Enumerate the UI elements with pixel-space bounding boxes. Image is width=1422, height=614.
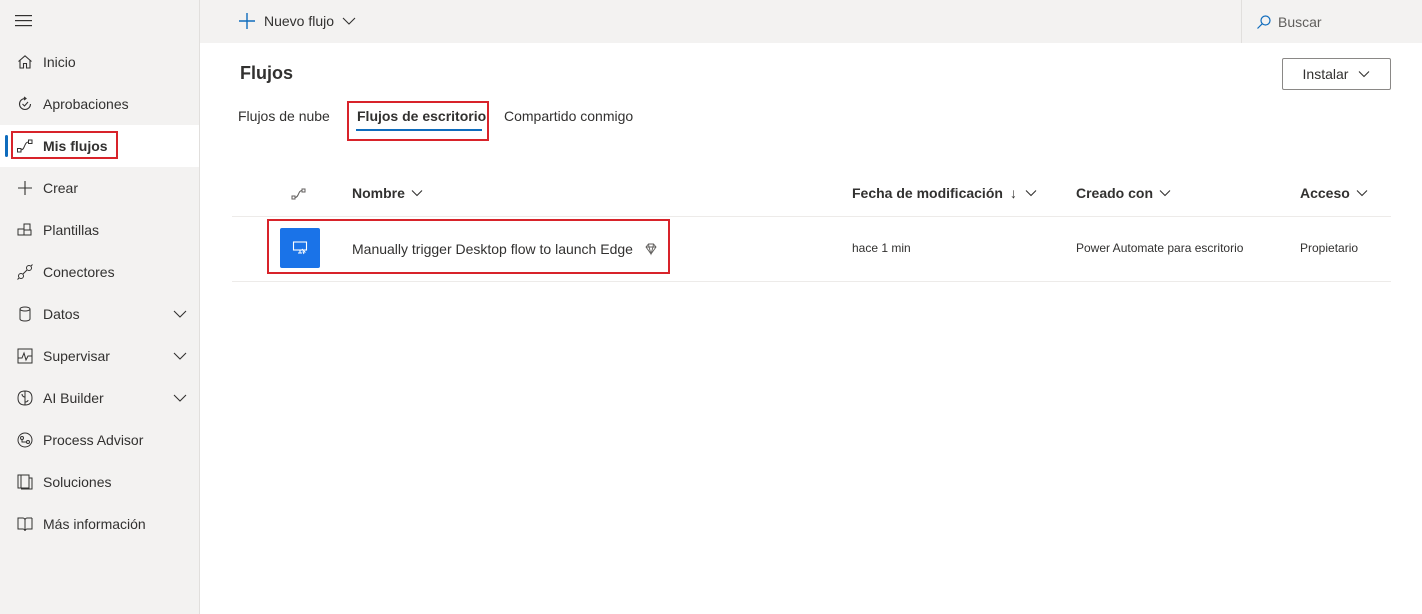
nav-item-soluciones[interactable]: Soluciones [0, 461, 199, 503]
new-flow-label: Nuevo flujo [264, 13, 335, 29]
data-icon [16, 305, 34, 323]
install-button[interactable]: Instalar [1282, 58, 1391, 90]
plus-icon [239, 13, 255, 29]
nav-item-ai-builder[interactable]: AI Builder [0, 377, 199, 419]
chevron-down-icon [1359, 71, 1370, 78]
chevron-down-icon[interactable] [173, 307, 187, 321]
process-advisor-icon [16, 431, 34, 449]
nav-item-label: Supervisar [43, 348, 110, 364]
nav-item-conectores[interactable]: Conectores [0, 251, 199, 293]
hamburger-menu-icon[interactable] [14, 12, 34, 30]
nav-item-label: Aprobaciones [43, 96, 129, 112]
flow-type-column-icon [291, 188, 306, 200]
column-header-label: Nombre [352, 185, 405, 201]
book-icon [16, 515, 34, 533]
chevron-down-icon [342, 17, 356, 25]
column-header-creado-con[interactable]: Creado con [1076, 185, 1171, 201]
column-header-nombre[interactable]: Nombre [352, 185, 423, 201]
chevron-down-icon [1356, 190, 1368, 197]
new-flow-button[interactable]: Nuevo flujo [238, 10, 356, 32]
header-divider [232, 216, 1391, 217]
search-placeholder: Buscar [1278, 13, 1322, 30]
column-header-label: Fecha de modificación [852, 185, 1003, 201]
sort-descending-icon: ↓ [1009, 185, 1017, 201]
nav-list: Inicio Aprobaciones Mis flujos Crear Pla… [0, 41, 199, 545]
search-icon [1257, 14, 1271, 29]
chevron-down-icon [411, 190, 423, 197]
nav-item-label: Soluciones [43, 474, 112, 490]
nav-item-supervisar[interactable]: Supervisar [0, 335, 199, 377]
command-bar: Nuevo flujo Buscar [200, 0, 1422, 43]
row-divider [232, 281, 1391, 282]
column-header-acceso[interactable]: Acceso [1300, 185, 1368, 201]
nav-item-label: Más información [43, 516, 146, 532]
nav-item-inicio[interactable]: Inicio [0, 41, 199, 83]
home-icon [16, 53, 34, 71]
nav-item-mas-informacion[interactable]: Más información [0, 503, 199, 545]
column-header-label: Creado con [1076, 185, 1154, 201]
solutions-icon [16, 473, 34, 491]
nav-item-datos[interactable]: Datos [0, 293, 199, 335]
plus-icon [16, 179, 34, 197]
monitor-icon [16, 347, 34, 365]
nav-item-label: Conectores [43, 264, 115, 280]
nav-item-label: Datos [43, 306, 80, 322]
nav-item-process-advisor[interactable]: Process Advisor [0, 419, 199, 461]
tab-compartido-conmigo[interactable]: Compartido conmigo [504, 108, 633, 124]
cell-created-with: Power Automate para escritorio [1076, 241, 1244, 255]
search-box[interactable]: Buscar [1241, 0, 1422, 43]
templates-icon [16, 221, 34, 239]
left-nav: Inicio Aprobaciones Mis flujos Crear Pla… [0, 0, 200, 614]
highlight-mis-flujos [11, 131, 118, 159]
approvals-icon [16, 95, 34, 113]
connectors-icon [16, 263, 34, 281]
column-header-fecha[interactable]: Fecha de modificación ↓ [852, 185, 1037, 201]
nav-item-label: Plantillas [43, 222, 100, 238]
column-header-label: Acceso [1300, 185, 1350, 201]
nav-item-aprobaciones[interactable]: Aprobaciones [0, 83, 199, 125]
highlight-flow-row [267, 219, 670, 274]
chevron-down-icon [1025, 190, 1037, 197]
chevron-down-icon [1159, 190, 1171, 197]
highlight-tab-escritorio [347, 101, 489, 141]
install-label: Instalar [1302, 66, 1349, 82]
nav-item-label: AI Builder [43, 390, 104, 406]
nav-item-label: Crear [43, 180, 79, 196]
nav-item-crear[interactable]: Crear [0, 167, 199, 209]
cell-modified: hace 1 min [852, 241, 911, 255]
tab-flujos-de-nube[interactable]: Flujos de nube [238, 108, 330, 124]
chevron-down-icon[interactable] [173, 391, 187, 405]
page-title: Flujos [240, 63, 293, 83]
chevron-down-icon[interactable] [173, 349, 187, 363]
cell-access: Propietario [1300, 241, 1359, 255]
nav-item-label: Process Advisor [43, 432, 144, 448]
ai-builder-icon [16, 389, 34, 407]
nav-item-label: Inicio [43, 54, 76, 70]
nav-item-plantillas[interactable]: Plantillas [0, 209, 199, 251]
